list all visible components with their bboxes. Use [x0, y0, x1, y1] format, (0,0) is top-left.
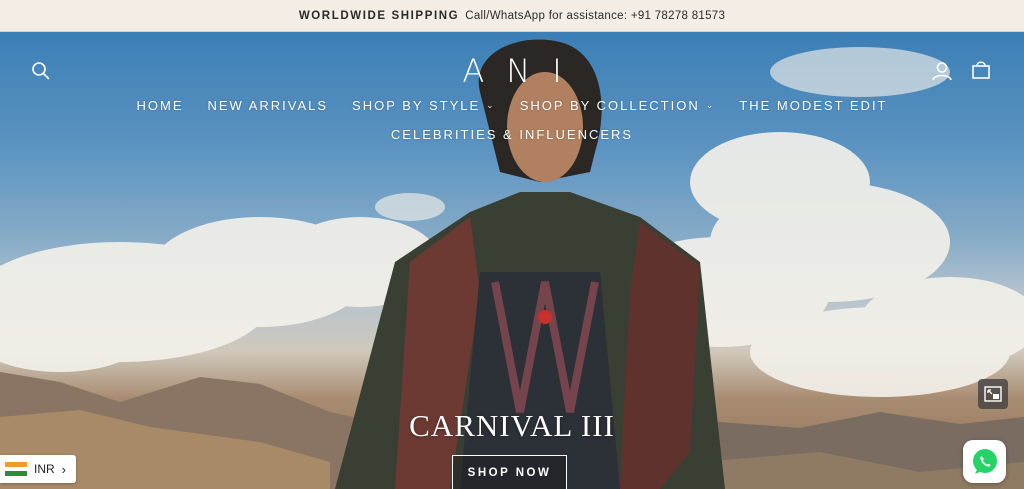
nav-label: CELEBRITIES & INFLUENCERS [390, 127, 634, 142]
nav-label: SHOP BY COLLECTION [519, 98, 700, 113]
whatsapp-button[interactable] [963, 440, 1006, 483]
chevron-right-icon: › [61, 461, 67, 477]
brand-logo[interactable]: ANI [0, 52, 1024, 90]
announcement-strong: WORLDWIDE SHIPPING [298, 9, 460, 22]
india-flag-icon [5, 462, 27, 477]
chevron-down-icon: ⌄ [705, 100, 716, 110]
nav-item-shop-by-collection[interactable]: SHOP BY COLLECTION ⌄ [520, 98, 716, 113]
main-nav: HOME NEW ARRIVALS SHOP BY STYLE ⌄ SHOP BY… [0, 98, 1024, 113]
whatsapp-icon [972, 448, 997, 474]
picture-in-picture-icon[interactable] [978, 379, 1008, 409]
nav-item-new-arrivals[interactable]: NEW ARRIVALS [207, 98, 328, 113]
nav-item-modest-edit[interactable]: THE MODEST EDIT [739, 98, 887, 113]
nav-label: SHOP BY STYLE [352, 98, 481, 113]
secondary-nav: CELEBRITIES & INFLUENCERS [0, 127, 1024, 142]
currency-code: INR [34, 462, 55, 476]
announcement-bar: WORLDWIDE SHIPPING Call/WhatsApp for ass… [0, 0, 1024, 32]
nav-item-celebrities[interactable]: CELEBRITIES & INFLUENCERS [391, 127, 633, 142]
hero-title: CARNIVAL III [409, 408, 615, 443]
nav-label: THE MODEST EDIT [739, 98, 888, 113]
currency-selector[interactable]: INR › [0, 455, 76, 483]
chevron-down-icon: ⌄ [486, 100, 496, 110]
shop-now-button[interactable]: SHOP NOW [452, 455, 567, 489]
nav-item-home[interactable]: HOME [136, 98, 183, 113]
nav-label: HOME [136, 98, 184, 113]
nav-item-shop-by-style[interactable]: SHOP BY STYLE ⌄ [352, 98, 496, 113]
hero-banner[interactable]: ANI HOME NEW ARRIVALS SHOP BY STYLE ⌄ SHO… [0, 32, 1024, 489]
nav-label: NEW ARRIVALS [207, 98, 329, 113]
announcement-text: Call/WhatsApp for assistance: +91 78278 … [465, 9, 726, 22]
